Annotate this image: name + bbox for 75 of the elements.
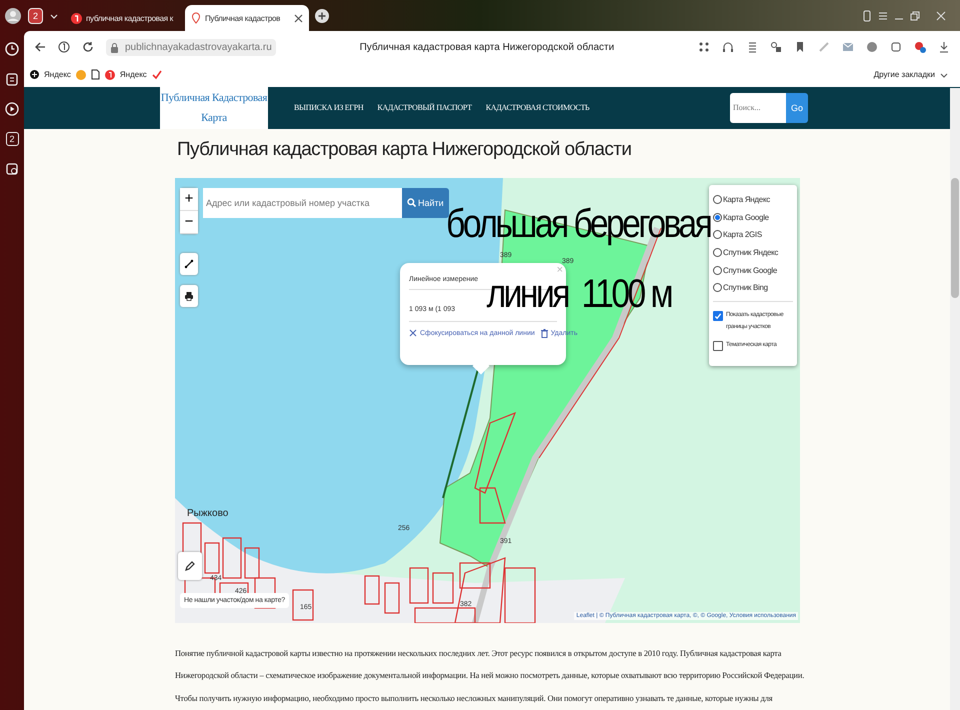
print-button[interactable]	[180, 284, 198, 306]
counter-badge[interactable]: 2	[6, 132, 18, 146]
radio-button[interactable]	[713, 212, 722, 222]
layer-option[interactable]: Карта Яндекс	[713, 190, 793, 208]
letter-logo-icon	[71, 12, 82, 24]
close-icon	[294, 14, 304, 23]
document-icon[interactable]	[90, 69, 100, 80]
bookmark-link[interactable]: Яндекс	[120, 70, 147, 80]
address-search-field[interactable]: Адрес или кадастровый номер участка	[203, 188, 402, 218]
ruler-line-icon	[184, 258, 194, 268]
download-icon[interactable]	[938, 41, 950, 54]
search-field[interactable]: Поиск...	[730, 92, 786, 122]
plus-circle-icon	[30, 70, 39, 80]
clock-icon	[5, 42, 19, 56]
zoom-out-button[interactable]: −	[180, 210, 198, 234]
pencil-icon	[184, 560, 196, 572]
headphones-icon[interactable]	[722, 41, 734, 54]
restore-icon[interactable]	[910, 10, 920, 21]
nav-link[interactable]: ВЫПИСКА ИЗ ЕГРН	[294, 103, 364, 112]
layer-option[interactable]: Карта 2GIS	[713, 226, 793, 244]
layer-option[interactable]: Спутник Bing	[713, 278, 793, 297]
dot-icon[interactable]	[76, 70, 86, 80]
bookmark-icon[interactable]	[794, 41, 806, 54]
bookmark-link[interactable]: Яндекс	[44, 70, 71, 80]
menu-icon[interactable]	[878, 10, 888, 21]
checkbox[interactable]	[713, 310, 723, 321]
reload-icon[interactable]	[82, 41, 94, 54]
radio-button[interactable]	[713, 194, 722, 204]
place-label: Рыжково	[187, 508, 228, 518]
letter-logo-icon	[104, 70, 115, 80]
new-tab-icon	[315, 8, 330, 23]
other-bookmarks-button[interactable]: Другие закладки	[874, 70, 935, 80]
layer-option[interactable]: Спутник Google	[713, 261, 793, 279]
nav-link[interactable]: КАДАСТРОВЫЙ ПАСПОРТ	[377, 103, 472, 112]
radio-button[interactable]	[713, 230, 722, 240]
trash-icon	[540, 328, 548, 338]
layer-option[interactable]: Карта Google	[713, 208, 793, 226]
measure-tool-button[interactable]	[180, 252, 198, 274]
checkbox[interactable]	[713, 340, 723, 351]
notes-icon	[5, 72, 19, 86]
browser-tab[interactable]: публичная кадастровая к	[65, 5, 179, 32]
printer-icon	[184, 290, 194, 300]
back-arrow-icon[interactable]	[34, 41, 46, 54]
address-bar[interactable]: publichnayakadastrovayakarta.ru	[106, 38, 276, 56]
pin-icon	[190, 12, 201, 24]
intro-paragraph: Понятие публичной кадастровой карты известно на протяжении нескольких последних лет. Этот ресурс появился в открытом доступе в 2010 году. Публичная кадастровая карта Нижегородской области – схематическое изображение документальной информации. На ней можно посмотреть данные, которые охватывают всю территорию Российской Федерации. Чтобы получить нужную информацию, необходимо просто выполнить несколько несложных манипуляций. Они помогут оперативно узнавать те данные, которые нужны для	[175, 648, 805, 705]
draw-tool-button[interactable]	[178, 552, 202, 580]
play-icon	[5, 102, 19, 116]
yandex-circle-icon[interactable]	[58, 41, 70, 54]
radio-button[interactable]	[713, 266, 722, 275]
window-icon	[5, 162, 19, 176]
page-title: Публичная кадастровая карта Нижегородской области	[360, 42, 614, 53]
phone-icon	[862, 10, 872, 22]
list-icon[interactable]	[746, 41, 758, 54]
scrollbar-thumb[interactable]	[951, 178, 959, 298]
page-heading: Публичная кадастровая карта Нижегородской области	[177, 138, 632, 162]
profile-avatar-icon	[4, 6, 22, 25]
profile-badge[interactable]: 2	[28, 8, 44, 24]
browser-tab[interactable]: Публичная кадастров	[184, 5, 310, 32]
search-icon	[407, 198, 416, 207]
radio-button[interactable]	[713, 283, 722, 292]
app-badge-icon[interactable]	[914, 41, 926, 54]
close-icon[interactable]	[936, 10, 946, 21]
zoom-in-button[interactable]: +	[180, 188, 198, 210]
lock-icon	[110, 42, 119, 53]
grid-icon[interactable]	[698, 41, 710, 54]
checkmark-shield-icon[interactable]	[152, 70, 162, 80]
radio-button[interactable]	[713, 248, 722, 257]
sphere-icon[interactable]	[866, 41, 878, 54]
nav-link[interactable]: КАДАСТРОВАЯ СТОИМОСТЬ	[486, 103, 590, 112]
find-button[interactable]: Найти	[402, 188, 449, 218]
layer-option[interactable]: Спутник Яндекс	[713, 244, 793, 262]
chevron-down-icon	[940, 70, 948, 79]
site-logo[interactable]: Публичная Кадастровая Карта	[160, 86, 268, 128]
scrollbar[interactable]	[950, 88, 960, 710]
